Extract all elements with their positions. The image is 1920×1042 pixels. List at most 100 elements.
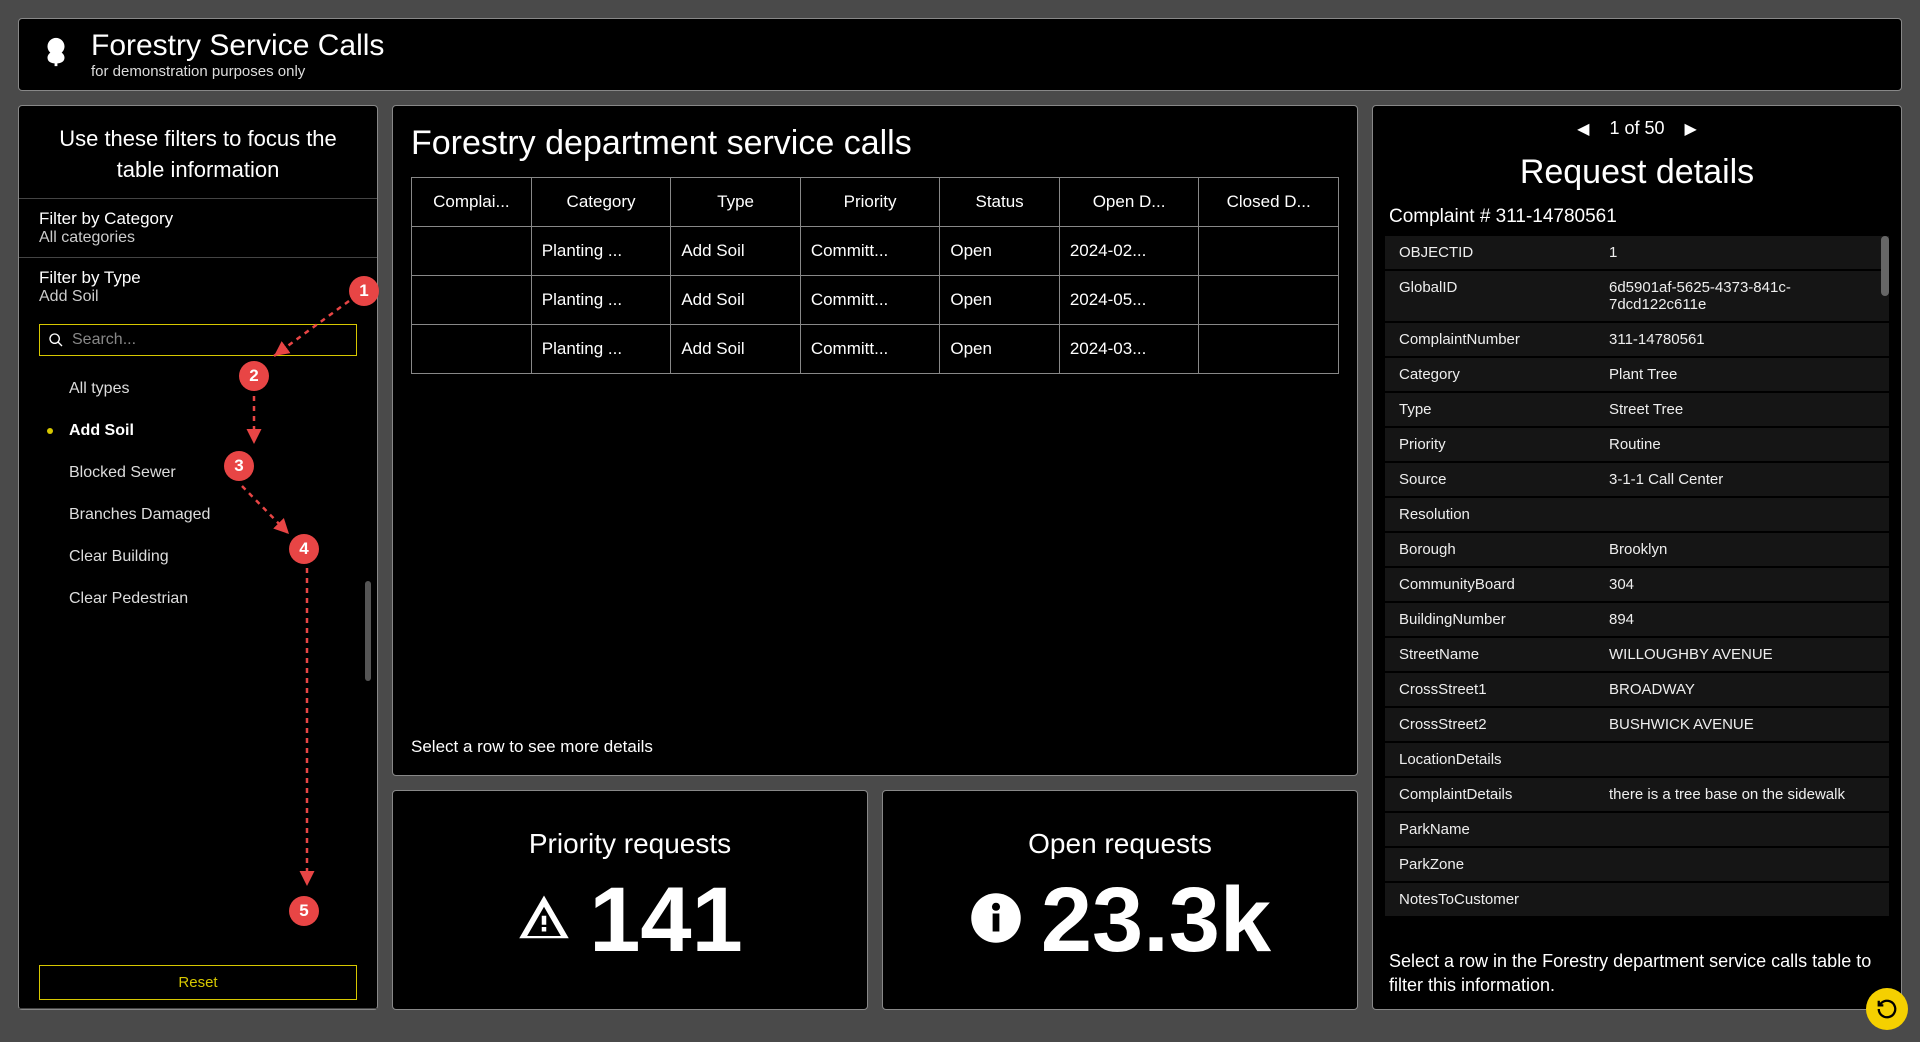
open-requests-card: Open requests 23.3k (882, 790, 1358, 1010)
table-cell: Planting ... (531, 325, 671, 374)
annotation-badge-5: 5 (289, 896, 319, 926)
filter-category[interactable]: Filter by Category All categories (19, 198, 377, 257)
table-title: Forestry department service calls (411, 124, 1339, 163)
pager-prev[interactable]: ◀ (1577, 119, 1589, 139)
detail-key: CrossStreet1 (1399, 681, 1609, 698)
detail-key: BuildingNumber (1399, 611, 1609, 628)
detail-value: Plant Tree (1609, 366, 1875, 383)
table-cell: 2024-05... (1059, 276, 1199, 325)
detail-value: 1 (1609, 244, 1875, 261)
detail-row: BuildingNumber894 (1385, 603, 1889, 636)
table-row[interactable]: Planting ...Add SoilCommitt...Open2024-0… (412, 227, 1339, 276)
table-cell: Add Soil (671, 227, 801, 276)
type-option[interactable]: Blocked Sewer (39, 452, 377, 494)
arrow-4-5 (299, 566, 319, 896)
detail-row: ComplaintNumber311-14780561 (1385, 323, 1889, 356)
detail-key: ParkName (1399, 821, 1609, 838)
type-option[interactable]: Clear Building (39, 536, 377, 578)
column-header[interactable]: Priority (800, 178, 940, 227)
app-subtitle: for demonstration purposes only (91, 63, 384, 80)
detail-value (1609, 891, 1875, 908)
detail-row: CrossStreet1BROADWAY (1385, 673, 1889, 706)
table-row[interactable]: Planting ...Add SoilCommitt...Open2024-0… (412, 325, 1339, 374)
column-header[interactable]: Status (940, 178, 1059, 227)
detail-key: CommunityBoard (1399, 576, 1609, 593)
table-cell: Committ... (800, 276, 940, 325)
filter-type-label: Filter by Type (39, 268, 357, 288)
type-option[interactable]: Branches Damaged (39, 494, 377, 536)
table-hint: Select a row to see more details (411, 727, 1339, 757)
priority-requests-card: Priority requests 141 (392, 790, 868, 1010)
detail-value: BUSHWICK AVENUE (1609, 716, 1875, 733)
app-header: Forestry Service Calls for demonstration… (18, 18, 1902, 91)
detail-row: CategoryPlant Tree (1385, 358, 1889, 391)
detail-value: 311-14780561 (1609, 331, 1875, 348)
arrow-3-4 (234, 484, 304, 544)
table-cell (412, 276, 532, 325)
detail-value: Routine (1609, 436, 1875, 453)
table-row[interactable]: Planting ...Add SoilCommitt...Open2024-0… (412, 276, 1339, 325)
detail-row: PriorityRoutine (1385, 428, 1889, 461)
detail-row: NotesToCustomer (1385, 883, 1889, 916)
priority-value: 141 (589, 868, 743, 973)
detail-key: Resolution (1399, 506, 1609, 523)
column-header[interactable]: Open D... (1059, 178, 1199, 227)
type-option[interactable]: Add Soil (39, 410, 377, 452)
detail-key: Type (1399, 401, 1609, 418)
detail-value: 6d5901af-5625-4373-841c-7dcd122c611e (1609, 279, 1875, 313)
request-details-panel: ◀ 1 of 50 ▶ Request details Complaint # … (1372, 105, 1902, 1010)
filter-sidebar: Use these filters to focus the table inf… (18, 105, 378, 1010)
detail-key: Borough (1399, 541, 1609, 558)
column-header[interactable]: Complai... (412, 178, 532, 227)
detail-value: Brooklyn (1609, 541, 1875, 558)
column-header[interactable]: Category (531, 178, 671, 227)
filter-category-label: Filter by Category (39, 209, 357, 229)
detail-value: BROADWAY (1609, 681, 1875, 698)
detail-row: StreetNameWILLOUGHBY AVENUE (1385, 638, 1889, 671)
table-cell: Add Soil (671, 325, 801, 374)
detail-row: Resolution (1385, 498, 1889, 531)
app-title: Forestry Service Calls (91, 29, 384, 63)
detail-key: ParkZone (1399, 856, 1609, 873)
column-header[interactable]: Type (671, 178, 801, 227)
service-calls-table: Complai...CategoryTypePriorityStatusOpen… (411, 177, 1339, 374)
details-title: Request details (1379, 153, 1895, 192)
detail-value (1609, 856, 1875, 873)
table-cell: Open (940, 325, 1059, 374)
service-calls-table-panel: Forestry department service calls Compla… (392, 105, 1358, 776)
table-cell: Add Soil (671, 276, 801, 325)
detail-key: ComplaintDetails (1399, 786, 1609, 803)
reset-button[interactable]: Reset (39, 965, 357, 1000)
table-cell (412, 325, 532, 374)
search-icon (48, 332, 64, 348)
detail-row: CommunityBoard304 (1385, 568, 1889, 601)
type-option[interactable]: Clear Pedestrian (39, 578, 377, 620)
detail-key: Source (1399, 471, 1609, 488)
scrollbar-thumb[interactable] (1881, 236, 1889, 296)
filter-category-value: All categories (39, 229, 357, 247)
detail-key: CrossStreet2 (1399, 716, 1609, 733)
column-header[interactable]: Closed D... (1199, 178, 1339, 227)
detail-row: ParkZone (1385, 848, 1889, 881)
open-label: Open requests (1028, 828, 1212, 860)
refresh-icon (1876, 998, 1898, 1020)
refresh-button[interactable] (1866, 988, 1908, 1030)
sidebar-intro: Use these filters to focus the table inf… (19, 106, 377, 198)
pager-text: 1 of 50 (1609, 118, 1664, 139)
detail-key: StreetName (1399, 646, 1609, 663)
priority-label: Priority requests (529, 828, 731, 860)
scrollbar-thumb[interactable] (365, 581, 371, 681)
pager: ◀ 1 of 50 ▶ (1379, 114, 1895, 147)
detail-value: there is a tree base on the sidewalk (1609, 786, 1875, 803)
annotation-badge-2: 2 (239, 361, 269, 391)
detail-row: OBJECTID1 (1385, 236, 1889, 269)
pager-next[interactable]: ▶ (1685, 119, 1697, 139)
annotation-badge-3: 3 (224, 451, 254, 481)
detail-row: CrossStreet2BUSHWICK AVENUE (1385, 708, 1889, 741)
detail-key: LocationDetails (1399, 751, 1609, 768)
divider (19, 1008, 377, 1009)
detail-row: Source3-1-1 Call Center (1385, 463, 1889, 496)
annotation-badge-4: 4 (289, 534, 319, 564)
detail-key: Priority (1399, 436, 1609, 453)
table-cell (1199, 227, 1339, 276)
